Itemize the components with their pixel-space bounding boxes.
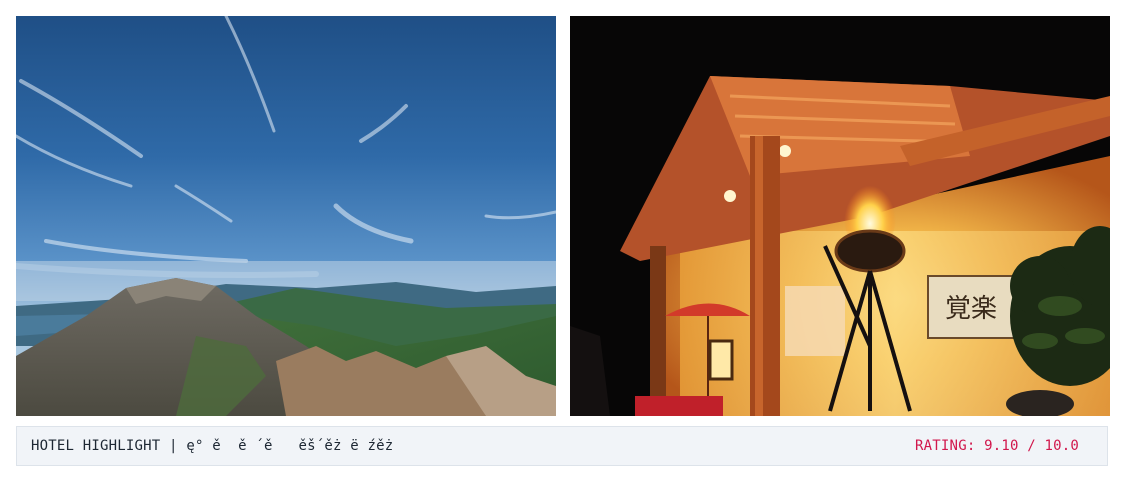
ryokan-entrance-night-photo[interactable]: 覚楽: [570, 16, 1110, 416]
volcano-landscape-photo[interactable]: [16, 16, 556, 416]
hotel-highlight-title: HOTEL HIGHLIGHT | ę° ě ě ´ě ěš´ěż ë źěż: [31, 438, 394, 454]
hotel-rating: RATING: 9.10 / 10.0: [915, 438, 1079, 454]
hotel-caption-bar: HOTEL HIGHLIGHT | ę° ě ě ´ě ěš´ěż ë źěż …: [16, 426, 1108, 466]
hotel-photo-gallery: 覚楽: [16, 16, 1110, 416]
svg-text:覚楽: 覚楽: [945, 294, 997, 324]
